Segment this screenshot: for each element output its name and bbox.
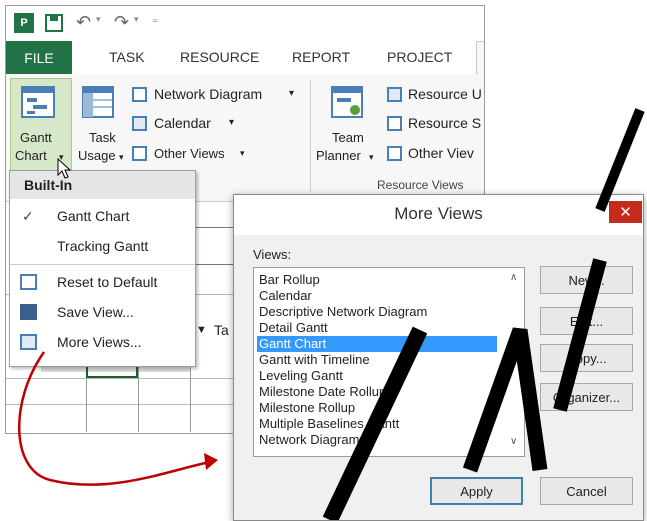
watermark-graphic [322, 108, 645, 520]
